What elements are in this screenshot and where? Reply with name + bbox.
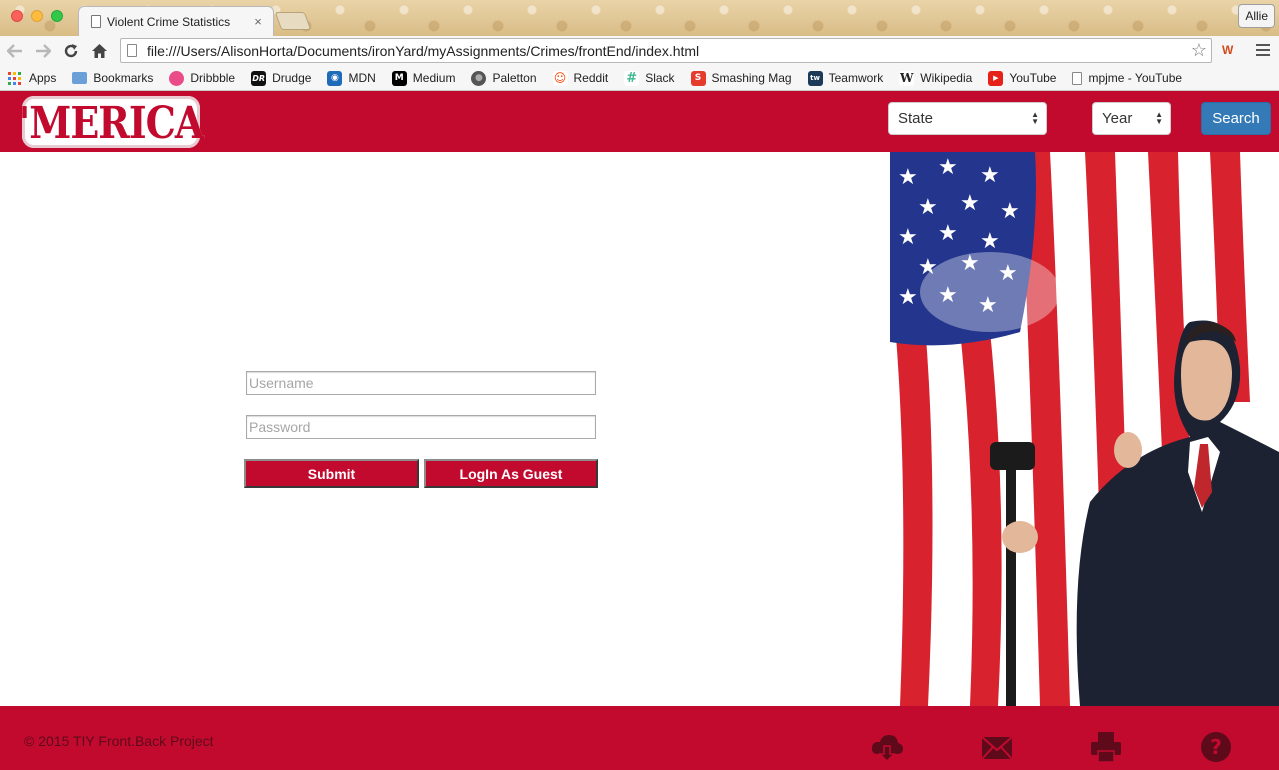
bookmark-label: Paletton (492, 71, 537, 85)
smashing-icon: S (690, 70, 706, 86)
bookmark-label: Apps (29, 71, 57, 85)
page-icon (1072, 71, 1083, 85)
svg-text:★: ★ (918, 195, 938, 220)
bookmark-label: Reddit (573, 71, 609, 85)
browser-toolbar: file:///Users/AlisonHorta/Documents/iron… (0, 36, 1279, 66)
svg-text:★: ★ (980, 163, 1000, 188)
print-icon[interactable] (1089, 730, 1123, 764)
bookmark-youtube[interactable]: ▶ YouTube (988, 70, 1057, 86)
paletton-icon: ● (471, 70, 487, 86)
chrome-menu-icon[interactable] (1256, 44, 1270, 56)
bookmark-reddit[interactable]: ☺ Reddit (552, 70, 609, 86)
flag-illustration: ★ ★ ★ ★ ★ ★ ★ ★ ★ ★ ★ ★ ★ ★ ★ (890, 152, 1279, 706)
youtube-icon: ▶ (988, 70, 1004, 86)
bookmark-label: Smashing Mag (711, 71, 792, 85)
bookmark-dribbble[interactable]: Dribbble (169, 70, 236, 86)
state-select[interactable]: State ▲ ▼ (888, 102, 1047, 135)
teamwork-icon: tw (807, 70, 823, 86)
select-arrows-icon: ▲ ▼ (1031, 110, 1039, 126)
svg-text:★: ★ (898, 165, 918, 190)
password-input[interactable]: Password (246, 415, 596, 439)
envelope-icon[interactable] (980, 730, 1014, 764)
select-arrows-icon: ▲ ▼ (1155, 110, 1163, 126)
back-arrow-icon[interactable] (2, 38, 28, 64)
mdn-icon: ◉ (327, 70, 343, 86)
search-button[interactable]: Search (1201, 102, 1271, 135)
bookmark-label: Slack (645, 71, 675, 85)
tab-title: Violent Crime Statistics (107, 14, 231, 29)
url-text[interactable]: file:///Users/AlisonHorta/Documents/iron… (147, 43, 1191, 59)
wikipedia-icon: W (899, 70, 915, 86)
help-icon[interactable]: ? (1199, 730, 1233, 764)
bookmark-label: Drudge (272, 71, 312, 85)
bookmark-star-icon[interactable]: ☆ (1191, 40, 1207, 61)
reload-icon[interactable] (58, 38, 84, 64)
tab-close-icon[interactable]: × (251, 14, 265, 29)
site-header: 'MERICA State ▲ ▼ Year ▲ ▼ Search (0, 91, 1279, 152)
svg-text:★: ★ (938, 155, 958, 180)
browser-tab[interactable]: Violent Crime Statistics × (78, 6, 274, 36)
svg-text:★: ★ (898, 285, 918, 310)
bookmark-label: MDN (348, 71, 376, 85)
minimize-window-button[interactable] (31, 10, 43, 22)
page-icon (127, 44, 137, 57)
merica-logo[interactable]: 'MERICA (19, 96, 204, 148)
apps-grid-icon (8, 71, 21, 85)
bookmark-label: Dribbble (190, 71, 236, 85)
svg-text:★: ★ (980, 229, 1000, 254)
cloud-download-icon[interactable] (870, 730, 904, 764)
zoom-window-button[interactable] (51, 10, 63, 22)
year-select-value: Year (1102, 110, 1133, 127)
year-select[interactable]: Year ▲ ▼ (1092, 102, 1171, 135)
slack-icon: # (624, 70, 640, 86)
bookmark-label: Bookmarks (93, 71, 154, 85)
svg-text:★: ★ (1000, 199, 1020, 224)
dribbble-icon (169, 70, 185, 86)
reddit-icon: ☺ (552, 70, 568, 86)
logo-text: 'MERICA (18, 96, 205, 148)
username-input[interactable]: Username (246, 371, 596, 395)
bookmark-paletton[interactable]: ● Paletton (471, 70, 537, 86)
hero-image: ★ ★ ★ ★ ★ ★ ★ ★ ★ ★ ★ ★ ★ ★ ★ (890, 152, 1279, 706)
bookmark-label: YouTube (1009, 71, 1057, 85)
folder-icon (72, 72, 88, 84)
bookmark-label: Medium (412, 71, 456, 85)
new-tab-button[interactable] (274, 12, 312, 30)
svg-text:★: ★ (898, 225, 918, 250)
bookmark-teamwork[interactable]: tw Teamwork (807, 70, 884, 86)
bookmark-wikipedia[interactable]: W Wikipedia (899, 70, 973, 86)
state-select-value: State (898, 110, 934, 127)
site-footer: © 2015 TIY Front.Back Project ? (0, 706, 1279, 770)
bookmark-slack[interactable]: # Slack (624, 70, 675, 86)
bookmark-label: mpjme - YouTube (1088, 71, 1183, 85)
bookmark-apps[interactable]: Apps (8, 71, 56, 85)
bookmarks-bar: Apps Bookmarks Dribbble DR Drudge ◉ MDN … (0, 66, 1279, 91)
address-bar[interactable]: file:///Users/AlisonHorta/Documents/iron… (120, 38, 1212, 63)
login-panel: Username Password Submit LogIn As Guest (0, 152, 890, 706)
bookmark-label: Wikipedia (920, 71, 973, 85)
bookmark-medium[interactable]: M Medium (391, 70, 456, 86)
drudge-icon: DR (251, 70, 267, 86)
copyright-text: © 2015 TIY Front.Back Project (24, 733, 214, 749)
bookmark-label: Teamwork (828, 71, 884, 85)
svg-text:?: ? (1210, 735, 1222, 759)
bookmark-drudge[interactable]: DR Drudge (251, 70, 312, 86)
login-as-guest-button[interactable]: LogIn As Guest (424, 459, 598, 488)
svg-text:★: ★ (938, 221, 958, 246)
medium-icon: M (391, 70, 407, 86)
bookmark-mpjme[interactable]: mpjme - YouTube (1072, 71, 1182, 85)
bookmark-smashing[interactable]: S Smashing Mag (690, 70, 792, 86)
bookmark-mdn[interactable]: ◉ MDN (327, 70, 376, 86)
page-icon (91, 15, 101, 28)
browser-titlebar: Violent Crime Statistics × Allie (0, 0, 1279, 36)
bookmark-folder[interactable]: Bookmarks (72, 71, 153, 85)
profile-button[interactable]: Allie (1238, 4, 1275, 28)
forward-arrow-icon[interactable] (30, 38, 56, 64)
svg-text:★: ★ (960, 191, 980, 216)
home-icon[interactable] (86, 38, 112, 64)
extension-icon[interactable]: W (1222, 43, 1240, 59)
close-window-button[interactable] (11, 10, 23, 22)
submit-button[interactable]: Submit (244, 459, 419, 488)
